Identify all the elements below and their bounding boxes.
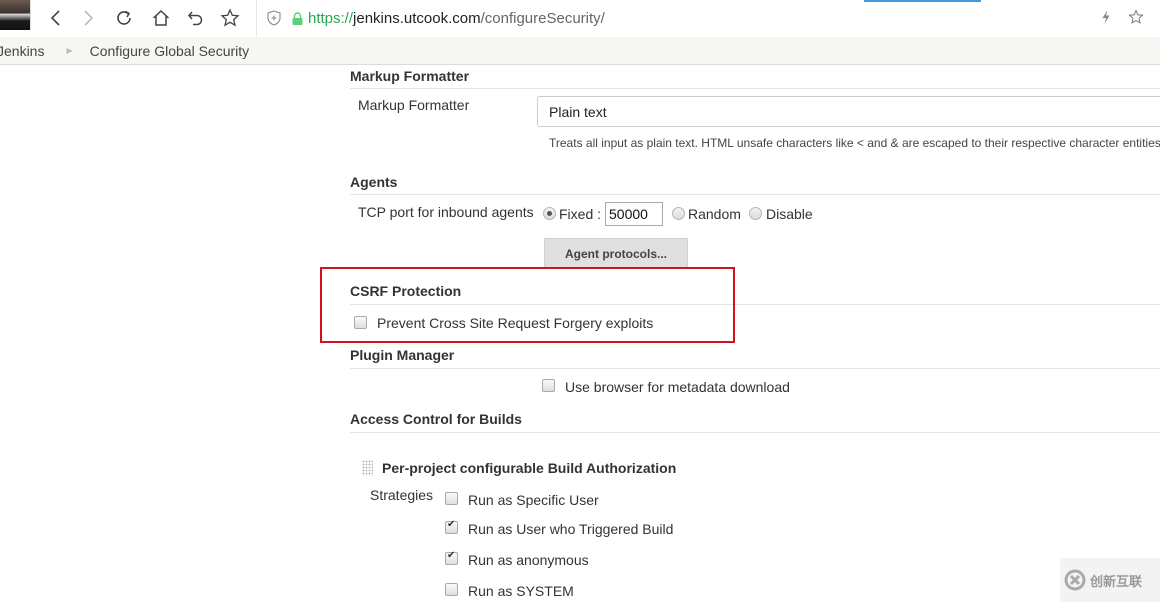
- section-divider: [350, 304, 1160, 305]
- section-divider: [350, 368, 1160, 369]
- strategy-system-label: Run as SYSTEM: [468, 583, 574, 599]
- url-path: /configureSecurity/: [480, 9, 605, 27]
- strategies-label: Strategies: [370, 487, 434, 503]
- bookmark-star-icon[interactable]: [218, 6, 242, 30]
- back-icon[interactable]: [44, 6, 68, 30]
- radio-disable-label: Disable: [766, 206, 813, 222]
- section-divider: [350, 432, 1160, 433]
- undo-icon[interactable]: [184, 6, 208, 30]
- watermark: 创新互联: [1060, 558, 1160, 602]
- lock-icon: [292, 11, 303, 25]
- section-divider: [350, 194, 1160, 195]
- loading-indicator: [864, 0, 981, 2]
- markup-formatter-select[interactable]: Plain text: [537, 96, 1160, 127]
- strategy-specific-user-checkbox[interactable]: [445, 492, 458, 505]
- markup-formatter-selected: Plain text: [549, 103, 607, 120]
- strategy-specific-user-label: Run as Specific User: [468, 492, 599, 508]
- radio-fixed[interactable]: [543, 207, 556, 220]
- forward-icon[interactable]: [76, 6, 100, 30]
- url-scheme: https://: [308, 9, 354, 27]
- strategy-triggered-build-label: Run as User who Triggered Build: [468, 521, 674, 537]
- radio-random-label: Random: [688, 206, 741, 222]
- lightning-icon[interactable]: [1098, 9, 1114, 25]
- markup-formatter-label: Markup Formatter: [358, 97, 470, 113]
- csrf-highlight-annotation: [320, 267, 735, 343]
- section-divider: [350, 88, 1160, 89]
- address-bar[interactable]: https://jenkins.utcook.com/configureSecu…: [266, 5, 1096, 31]
- strategy-system-checkbox[interactable]: [445, 583, 458, 596]
- watermark-text: 创新互联: [1090, 573, 1143, 589]
- csrf-checkbox-label: Prevent Cross Site Request Forgery explo…: [377, 315, 654, 331]
- build-authorization-title: Per-project configurable Build Authoriza…: [382, 460, 677, 476]
- drag-handle-icon[interactable]: [362, 460, 373, 476]
- section-access-control-builds: Access Control for Builds: [350, 411, 522, 427]
- reload-icon[interactable]: [112, 6, 136, 30]
- watermark-logo-icon: [1064, 569, 1086, 591]
- home-icon[interactable]: [149, 6, 173, 30]
- section-markup-formatter: Markup Formatter: [350, 68, 470, 84]
- section-plugin-manager: Plugin Manager: [350, 347, 455, 363]
- toolbar-divider: [256, 0, 257, 36]
- breadcrumb-configure-global-security[interactable]: Configure Global Security: [90, 43, 250, 59]
- url-host: jenkins.utcook.com: [353, 9, 481, 27]
- tcp-port-input[interactable]: [605, 202, 663, 226]
- radio-fixed-label: Fixed :: [559, 206, 602, 222]
- user-avatar[interactable]: [0, 0, 31, 30]
- csrf-checkbox[interactable]: [354, 316, 367, 329]
- strategy-anonymous-checkbox[interactable]: [445, 550, 458, 565]
- agent-protocols-button[interactable]: Agent protocols...: [544, 238, 688, 269]
- strategy-anonymous-label: Run as anonymous: [468, 552, 589, 568]
- radio-disable[interactable]: [749, 207, 762, 220]
- radio-random[interactable]: [672, 207, 685, 220]
- shield-icon[interactable]: [266, 10, 282, 26]
- tcp-port-label: TCP port for inbound agents: [358, 204, 534, 220]
- metadata-download-checkbox[interactable]: [542, 379, 555, 392]
- strategy-triggered-build-checkbox[interactable]: [445, 519, 458, 534]
- breadcrumb-jenkins[interactable]: Jenkins: [0, 43, 44, 59]
- section-csrf-protection: CSRF Protection: [350, 283, 462, 299]
- section-agents: Agents: [350, 174, 398, 190]
- breadcrumb-arrow-icon[interactable]: ▶: [66, 46, 72, 55]
- breadcrumb: Jenkins ▶ Configure Global Security: [0, 37, 1160, 65]
- star-icon[interactable]: [1128, 9, 1144, 25]
- browser-toolbar: https://jenkins.utcook.com/configureSecu…: [0, 0, 1160, 38]
- metadata-download-label: Use browser for metadata download: [565, 379, 790, 395]
- markup-formatter-help: Treats all input as plain text. HTML uns…: [549, 136, 1160, 150]
